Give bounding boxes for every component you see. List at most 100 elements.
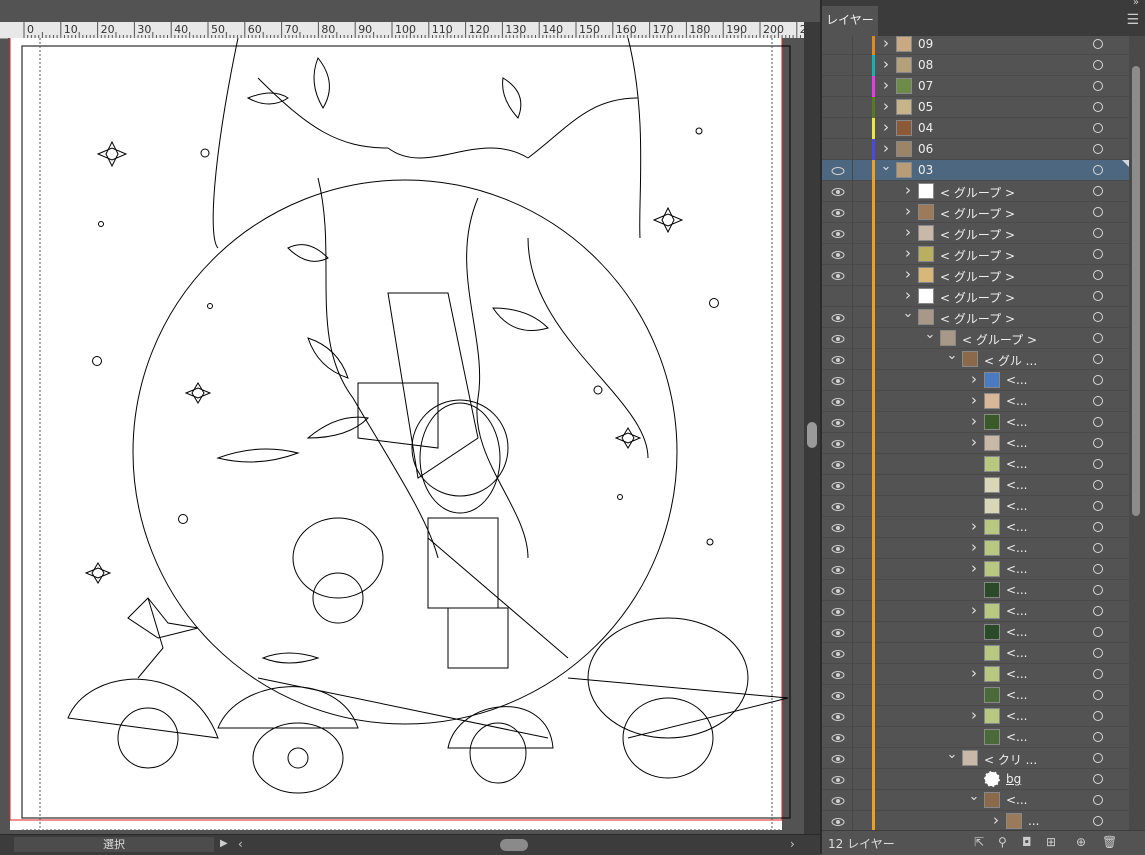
visibility-eye-icon[interactable] <box>831 354 845 364</box>
chevron-right-icon[interactable]: › <box>880 36 892 52</box>
layer-name[interactable]: < グループ > <box>962 331 1037 348</box>
layer-name[interactable]: 09 <box>918 37 933 51</box>
visibility-eye-icon[interactable] <box>831 228 845 238</box>
layer-name[interactable]: < クリ ... <box>984 751 1037 768</box>
lock-column[interactable] <box>852 181 853 202</box>
layer-row[interactable]: › < グループ > <box>822 202 1129 223</box>
lock-column[interactable] <box>852 55 853 76</box>
layer-row[interactable]: ⌄ 03 <box>822 159 1129 181</box>
layer-name[interactable]: <... <box>1006 520 1028 534</box>
horizontal-ruler[interactable]: 0 10 20 30 40 50 60 70 80 90 100 110 120 130 140 150 160… <box>0 22 804 39</box>
chevron-right-icon[interactable]: › <box>902 202 914 220</box>
scroll-right-icon[interactable]: › <box>790 837 795 851</box>
layer-target-icon[interactable] <box>1093 81 1103 91</box>
lock-column[interactable] <box>852 118 853 139</box>
visibility-eye-icon[interactable] <box>831 123 845 133</box>
chevron-down-icon[interactable]: ⌄ <box>968 789 980 804</box>
layer-row[interactable]: › <... <box>822 391 1129 412</box>
layer-name[interactable]: < グループ > <box>940 226 1015 243</box>
layer-name[interactable]: <... <box>1006 604 1028 618</box>
layer-target-icon[interactable] <box>1093 165 1103 175</box>
lock-column[interactable] <box>852 454 853 475</box>
layer-target-icon[interactable] <box>1093 39 1103 49</box>
chevron-right-icon[interactable]: › <box>968 412 980 430</box>
layer-target-icon[interactable] <box>1093 543 1103 553</box>
layer-name[interactable]: 06 <box>918 142 933 156</box>
layer-target-icon[interactable] <box>1093 249 1103 259</box>
lock-column[interactable] <box>852 727 853 748</box>
visibility-eye-icon[interactable] <box>831 144 845 154</box>
layer-name[interactable]: <... <box>1006 583 1028 597</box>
layer-row[interactable]: › <... <box>822 412 1129 433</box>
layer-row[interactable]: › < グループ > <box>822 181 1129 202</box>
export-icon[interactable]: ⇱ <box>974 835 984 849</box>
layer-name[interactable]: < グループ > <box>940 289 1015 306</box>
visibility-eye-icon[interactable] <box>831 39 845 49</box>
layer-name[interactable]: < グル ... <box>984 352 1037 369</box>
status-play-icon[interactable]: ▶ <box>220 838 228 849</box>
lock-column[interactable] <box>852 664 853 685</box>
lock-column[interactable] <box>852 223 853 244</box>
lock-column[interactable] <box>852 643 853 664</box>
chevron-down-icon[interactable]: ⌄ <box>880 159 892 174</box>
visibility-eye-icon[interactable] <box>831 627 845 637</box>
chevron-right-icon[interactable]: › <box>880 97 892 115</box>
visibility-eye-icon[interactable] <box>831 480 845 490</box>
visibility-eye-icon[interactable] <box>831 648 845 658</box>
visibility-eye-icon[interactable] <box>831 60 845 70</box>
layer-target-icon[interactable] <box>1093 627 1103 637</box>
lock-column[interactable] <box>852 748 853 769</box>
layer-name[interactable]: < グループ > <box>940 205 1015 222</box>
layer-row[interactable]: <... <box>822 685 1129 706</box>
layer-row[interactable]: <... <box>822 727 1129 748</box>
layer-name[interactable]: <... <box>1006 373 1028 387</box>
layer-target-icon[interactable] <box>1093 123 1103 133</box>
layer-row[interactable]: › <... <box>822 706 1129 727</box>
layer-row[interactable]: › <... <box>822 538 1129 559</box>
layer-target-icon[interactable] <box>1093 102 1103 112</box>
visibility-eye-icon[interactable] <box>831 165 845 175</box>
lock-column[interactable] <box>852 370 853 391</box>
layer-row[interactable]: › 08 <box>822 55 1129 76</box>
layer-name[interactable]: <... <box>1006 478 1028 492</box>
layer-name[interactable]: <... <box>1006 688 1028 702</box>
create-new-layer-icon[interactable]: ⊕ <box>1076 835 1086 849</box>
layer-row[interactable]: › <... <box>822 559 1129 580</box>
chevron-right-icon[interactable]: › <box>902 181 914 199</box>
layer-target-icon[interactable] <box>1093 501 1103 511</box>
chevron-right-icon[interactable]: › <box>902 223 914 241</box>
lock-column[interactable] <box>852 811 853 830</box>
layer-target-icon[interactable] <box>1093 144 1103 154</box>
document-canvas-area[interactable]: 0 10 20 30 40 50 60 70 80 90 100 110 120 130 140 150 160… <box>0 0 820 855</box>
layer-name[interactable]: <... <box>1006 709 1028 723</box>
layer-name[interactable]: 07 <box>918 79 933 93</box>
layer-row[interactable]: › 04 <box>822 118 1129 139</box>
visibility-eye-icon[interactable] <box>831 753 845 763</box>
lock-column[interactable] <box>852 559 853 580</box>
lock-column[interactable] <box>852 97 853 118</box>
chevron-right-icon[interactable]: › <box>880 55 892 73</box>
locate-object-icon[interactable]: ⚲ <box>998 835 1007 849</box>
visibility-eye-icon[interactable] <box>831 417 845 427</box>
layer-target-icon[interactable] <box>1093 312 1103 322</box>
visibility-eye-icon[interactable] <box>831 396 845 406</box>
canvas-vertical-scrollbar[interactable] <box>804 22 820 834</box>
layer-row[interactable]: <... <box>822 454 1129 475</box>
visibility-eye-icon[interactable] <box>831 81 845 91</box>
lock-column[interactable] <box>852 433 853 454</box>
layer-row[interactable]: › <... <box>822 370 1129 391</box>
layer-name[interactable]: <... <box>1006 457 1028 471</box>
layer-name[interactable]: ... <box>1028 814 1039 828</box>
chevron-right-icon[interactable]: › <box>990 811 1002 829</box>
layer-target-icon[interactable] <box>1093 480 1103 490</box>
lock-column[interactable] <box>852 349 853 370</box>
layer-row[interactable]: ⌄ <... <box>822 789 1129 811</box>
layer-name[interactable]: <... <box>1006 793 1028 807</box>
chevron-right-icon[interactable]: › <box>880 76 892 94</box>
layer-name[interactable]: bg <box>1006 772 1021 786</box>
layer-name[interactable]: < グループ > <box>940 310 1015 327</box>
lock-column[interactable] <box>852 517 853 538</box>
visibility-eye-icon[interactable] <box>831 291 845 301</box>
layer-target-icon[interactable] <box>1093 396 1103 406</box>
layer-list-scrollbar[interactable] <box>1129 36 1145 830</box>
